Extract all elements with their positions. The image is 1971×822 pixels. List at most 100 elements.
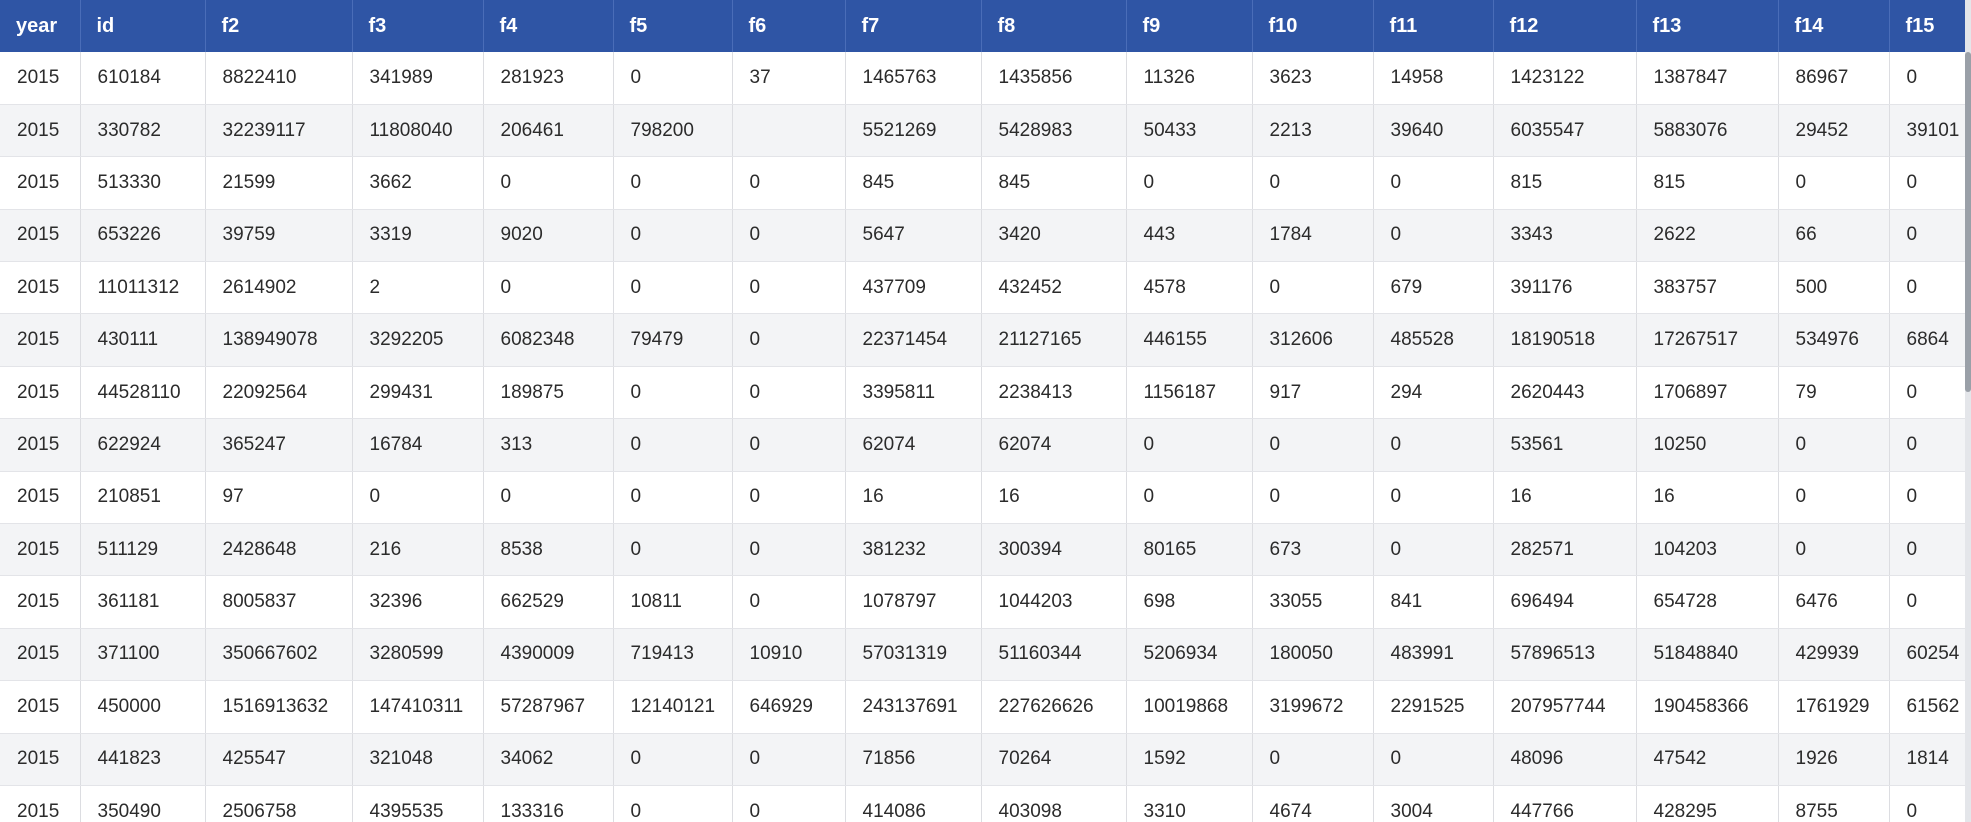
table-row[interactable]: 2015 511129 2428648 216 8538 0 0 381232 300394 80… (0, 523, 1971, 577)
table-cell-f6: 0 (732, 418, 846, 472)
table-cell-f4: 8538 (483, 523, 614, 577)
column-header-year[interactable]: year (0, 0, 81, 52)
table-cell-f10: 4674 (1252, 785, 1374, 822)
table-row[interactable]: 2015 441823 425547 321048 34062 0 0 71856 70264 1… (0, 733, 1971, 786)
table-cell-f5: 0 (613, 523, 733, 577)
table-cell-f13: 1706897 (1636, 366, 1779, 420)
table-row[interactable]: 2015 350490 2506758 4395535 133316 0 0 414086 40… (0, 785, 1971, 822)
table-cell-f8: 21127165 (981, 313, 1127, 367)
table-cell-id: 622924 (80, 418, 206, 472)
table-cell-f14: 79 (1778, 366, 1890, 420)
table-cell-f9: 11326 (1126, 52, 1253, 105)
table-cell-id: 330782 (80, 104, 206, 158)
column-header-f10[interactable]: f10 (1252, 0, 1374, 52)
table-row[interactable]: 2015 653226 39759 3319 9020 0 0 5647 3420 443 1784… (0, 209, 1971, 263)
table-cell-year: 2015 (0, 628, 81, 682)
column-header-f3[interactable]: f3 (352, 0, 484, 52)
table-row[interactable]: 2015 430111 138949078 3292205 6082348 79479 0 2… (0, 313, 1971, 367)
column-header-f7[interactable]: f7 (845, 0, 982, 52)
table-body: 2015 610184 8822410 341989 281923 0 37 1465763 1… (0, 52, 1971, 822)
column-header-f12[interactable]: f12 (1493, 0, 1637, 52)
table-cell-f4: 313 (483, 418, 614, 472)
table-row[interactable]: 2015 371100 350667602 3280599 4390009 719413 1… (0, 628, 1971, 682)
table-cell-f12: 57896513 (1493, 628, 1637, 682)
table-row[interactable]: 2015 622924 365247 16784 313 0 0 62074 62074 0 0 0 5… (0, 418, 1971, 472)
table-cell-f10: 3623 (1252, 52, 1374, 105)
table-cell-f4: 57287967 (483, 680, 614, 734)
table-cell-f6: 37 (732, 52, 846, 105)
table-cell-f10: 312606 (1252, 313, 1374, 367)
table-row[interactable]: 2015 44528110 22092564 299431 189875 0 0 339581… (0, 366, 1971, 420)
table-cell-f11: 841 (1373, 575, 1494, 629)
table-cell-f15: 0 (1889, 471, 1971, 525)
table-cell-f11: 2291525 (1373, 680, 1494, 734)
table-cell-f2: 138949078 (205, 313, 353, 367)
column-header-f15[interactable]: f15 (1889, 0, 1971, 52)
table-cell-f13: 383757 (1636, 261, 1779, 315)
table-cell-f5: 0 (613, 418, 733, 472)
table-cell-f2: 2428648 (205, 523, 353, 577)
table-header-row: year id f2 f3 f4 f5 f6 f7 f8 f9 f10 f11 f12 f13 f14 f15 (0, 0, 1971, 52)
table-cell-f3: 341989 (352, 52, 484, 105)
column-header-f14[interactable]: f14 (1778, 0, 1890, 52)
table-cell-f14: 86967 (1778, 52, 1890, 105)
column-header-f8[interactable]: f8 (981, 0, 1127, 52)
table-cell-f7: 16 (845, 471, 982, 525)
table-cell-year: 2015 (0, 733, 81, 786)
table-cell-f3: 3292205 (352, 313, 484, 367)
table-row[interactable]: 2015 513330 21599 3662 0 0 0 845 845 0 0 0 815 815 0 0 (0, 156, 1971, 210)
table-cell-f10: 673 (1252, 523, 1374, 577)
table-cell-f6: 0 (732, 575, 846, 629)
table-cell-year: 2015 (0, 575, 81, 629)
table-cell-f6: 646929 (732, 680, 846, 734)
table-cell-f7: 381232 (845, 523, 982, 577)
table-cell-f9: 446155 (1126, 313, 1253, 367)
column-header-f13[interactable]: f13 (1636, 0, 1779, 52)
column-header-f6[interactable]: f6 (732, 0, 846, 52)
table-cell-f10: 1784 (1252, 209, 1374, 263)
table-row[interactable]: 2015 450000 1516913632 147410311 57287967 121… (0, 680, 1971, 734)
table-cell-f7: 243137691 (845, 680, 982, 734)
column-header-f2[interactable]: f2 (205, 0, 353, 52)
column-header-id[interactable]: id (80, 0, 206, 52)
column-header-f11[interactable]: f11 (1373, 0, 1494, 52)
table-cell-f5: 0 (613, 366, 733, 420)
table-cell-f11: 0 (1373, 471, 1494, 525)
column-header-f9[interactable]: f9 (1126, 0, 1253, 52)
table-cell-f3: 299431 (352, 366, 484, 420)
table-cell-f3: 3280599 (352, 628, 484, 682)
table-cell-f6: 0 (732, 785, 846, 822)
table-cell-year: 2015 (0, 209, 81, 263)
table-cell-f6: 0 (732, 209, 846, 263)
table-cell-f6 (732, 104, 846, 158)
column-header-f4[interactable]: f4 (483, 0, 614, 52)
table-cell-f2: 2506758 (205, 785, 353, 822)
vertical-scrollbar-thumb[interactable] (1965, 52, 1971, 392)
table-cell-f3: 3319 (352, 209, 484, 263)
table-cell-f2: 365247 (205, 418, 353, 472)
table-cell-f12: 2620443 (1493, 366, 1637, 420)
table-cell-id: 371100 (80, 628, 206, 682)
table-row[interactable]: 2015 330782 32239117 11808040 206461 798200 55… (0, 104, 1971, 158)
table-cell-f6: 10910 (732, 628, 846, 682)
table-row[interactable]: 2015 210851 97 0 0 0 0 16 16 0 0 0 16 16 0 0 (0, 471, 1971, 525)
table-cell-f12: 53561 (1493, 418, 1637, 472)
table-cell-f10: 3199672 (1252, 680, 1374, 734)
table-cell-f11: 483991 (1373, 628, 1494, 682)
table-row[interactable]: 2015 610184 8822410 341989 281923 0 37 1465763 1… (0, 52, 1971, 105)
column-header-f5[interactable]: f5 (613, 0, 733, 52)
table-cell-f14: 0 (1778, 471, 1890, 525)
table-row[interactable]: 2015 11011312 2614902 2 0 0 0 437709 432452 4578 0… (0, 261, 1971, 315)
vertical-scrollbar[interactable] (1965, 0, 1971, 822)
table-cell-id: 210851 (80, 471, 206, 525)
table-cell-f9: 5206934 (1126, 628, 1253, 682)
table-row[interactable]: 2015 361181 8005837 32396 662529 10811 0 107879… (0, 575, 1971, 629)
table-cell-f3: 32396 (352, 575, 484, 629)
table-cell-f11: 485528 (1373, 313, 1494, 367)
table-cell-f5: 719413 (613, 628, 733, 682)
table-cell-f4: 662529 (483, 575, 614, 629)
table-cell-f2: 97 (205, 471, 353, 525)
table-cell-f13: 428295 (1636, 785, 1779, 822)
data-table-viewport[interactable]: year id f2 f3 f4 f5 f6 f7 f8 f9 f10 f11 f12 f13 f14 f15… (0, 0, 1971, 822)
table-cell-id: 610184 (80, 52, 206, 105)
